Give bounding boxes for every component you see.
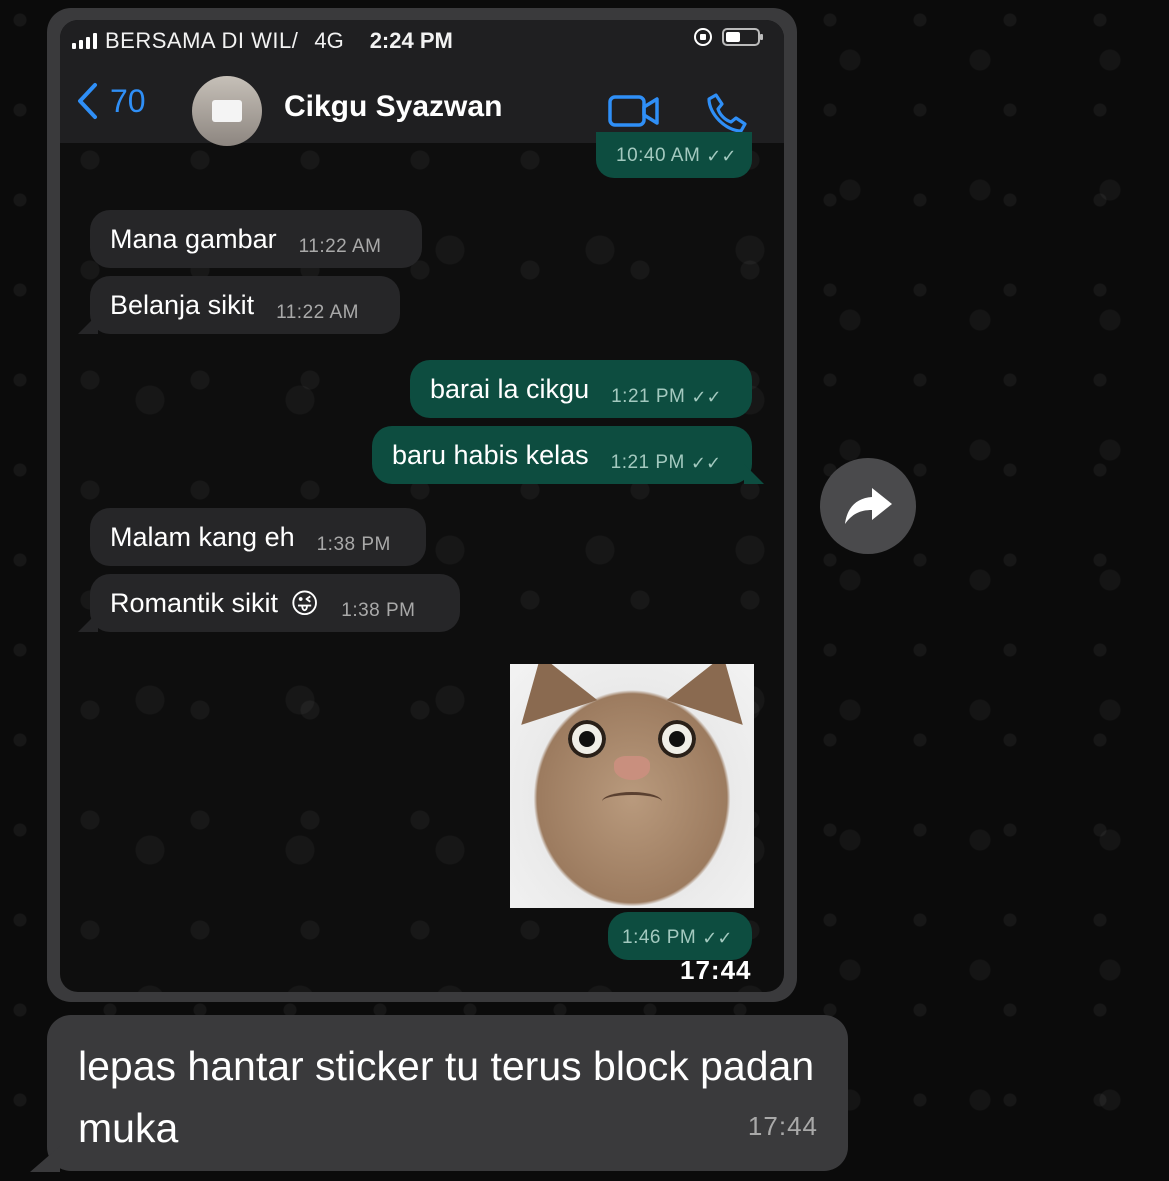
avatar[interactable] [192, 76, 262, 146]
message-text: Romantik sikit [110, 587, 279, 618]
double-check-icon: ✓✓ [702, 927, 733, 948]
message-time: 1:38 PM [341, 600, 416, 621]
message-time: 1:21 PM [610, 452, 685, 473]
video-call-button[interactable] [608, 94, 660, 133]
nav-row: 70 Cikgu Syazwan [60, 76, 784, 146]
signal-icon [72, 33, 97, 49]
message-text: baru habis kelas [392, 439, 589, 470]
message-outgoing[interactable]: baru habis kelas 1:21 PM ✓✓ [372, 426, 752, 484]
message-text: Malam kang eh [110, 521, 295, 552]
double-check-icon: ✓✓ [706, 145, 737, 166]
message-time: 1:46 PM [622, 927, 697, 948]
double-check-icon: ✓✓ [690, 452, 722, 473]
whatsapp-screenshot[interactable]: BERSAMA DI WIL/ 4G 2:24 PM 70 Cikgu Syaz… [60, 20, 784, 992]
message-time: 1:21 PM [611, 386, 686, 407]
double-check-icon: ✓✓ [691, 386, 722, 407]
clock: 2:24 PM [369, 28, 453, 53]
video-camera-icon [608, 95, 659, 127]
message-time: 11:22 AM [276, 302, 359, 323]
message-incoming[interactable]: Romantik sikit 😜 1:38 PM [90, 574, 460, 632]
message-outgoing[interactable]: barai la cikgu 1:21 PM ✓✓ [410, 360, 752, 418]
message-outgoing[interactable]: 10:40 AM ✓✓ [596, 132, 752, 178]
forward-arrow-icon [845, 488, 892, 524]
battery-icon [722, 28, 763, 46]
message-incoming[interactable]: Malam kang eh 1:38 PM [90, 508, 426, 566]
message-text: Belanja sikit [110, 289, 255, 320]
message-text: Mana gambar [110, 223, 277, 254]
message-text: barai la cikgu [430, 373, 590, 404]
chat-header: BERSAMA DI WIL/ 4G 2:24 PM 70 Cikgu Syaz… [60, 20, 784, 146]
message-time: 11:22 AM [298, 236, 382, 257]
phone-icon [707, 93, 747, 133]
message-time: 10:40 AM [616, 145, 701, 166]
chevron-left-icon [78, 83, 97, 119]
caption-text: lepas hantar sticker tu terus block pada… [78, 1043, 815, 1151]
winking-tongue-emoji: 😜 [290, 587, 320, 619]
forward-button[interactable] [820, 458, 916, 554]
carrier-name: BERSAMA DI WIL/ [105, 28, 299, 53]
caption-message[interactable]: lepas hantar sticker tu terus block pada… [47, 1015, 848, 1171]
unread-count: 70 [110, 82, 146, 119]
contact-name[interactable]: Cikgu Syazwan [284, 90, 502, 124]
cat-sticker-image[interactable] [510, 664, 754, 908]
message-outgoing[interactable]: 1:46 PM ✓✓ [608, 912, 752, 960]
image-timestamp: 17:44 [680, 955, 752, 985]
back-button[interactable]: 70 [76, 82, 146, 120]
status-bar: BERSAMA DI WIL/ 4G 2:24 PM [72, 28, 772, 54]
orientation-lock-icon [694, 28, 712, 46]
message-time: 1:38 PM [316, 534, 391, 555]
message-incoming[interactable]: Belanja sikit 11:22 AM [90, 276, 400, 334]
network-type: 4G [314, 28, 344, 53]
message-incoming[interactable]: Mana gambar 11:22 AM [90, 210, 422, 268]
caption-time: 17:44 [747, 1111, 818, 1141]
